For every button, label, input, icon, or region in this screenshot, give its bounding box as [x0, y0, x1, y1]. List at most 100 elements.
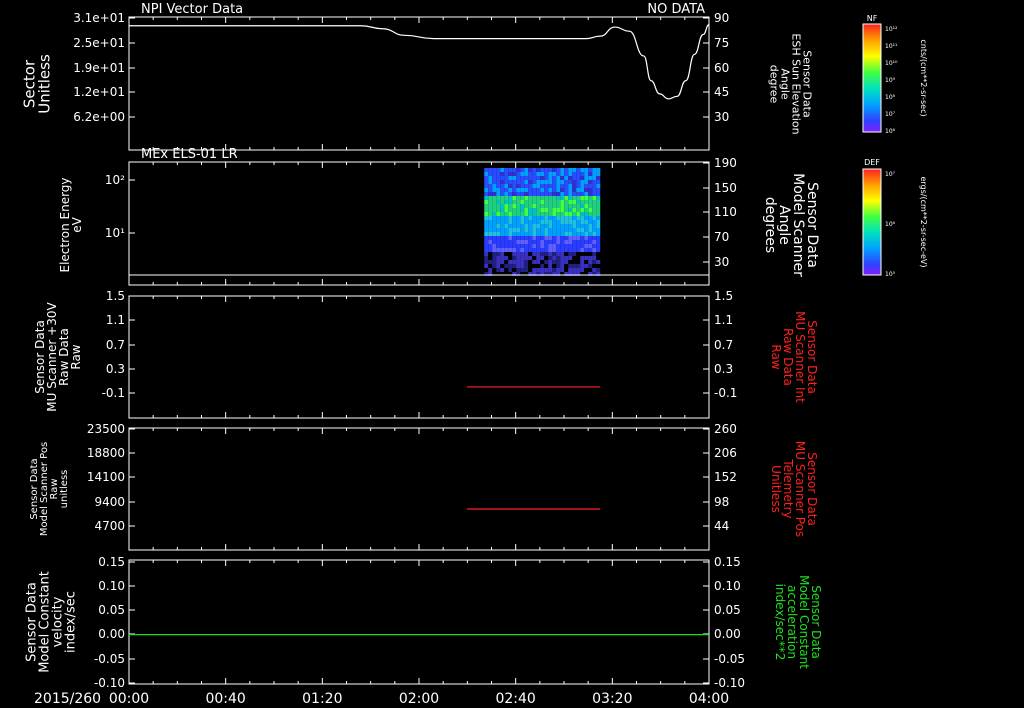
heatmap-cell — [572, 224, 577, 228]
heatmap-cell — [504, 248, 509, 252]
heatmap-cell — [488, 240, 493, 244]
heatmap-cell — [572, 244, 577, 248]
heatmap-cell — [580, 192, 585, 196]
heatmap-cell — [564, 176, 569, 180]
right-tick-label: -0.10 — [714, 676, 745, 690]
heatmap-cell — [528, 172, 533, 176]
heatmap-cell — [484, 196, 489, 200]
heatmap-cell — [540, 212, 545, 216]
heatmap-cell — [588, 260, 593, 264]
heatmap-cell — [488, 260, 493, 264]
heatmap-cell — [592, 200, 597, 204]
heatmap-cell — [504, 172, 509, 176]
heatmap-cell — [508, 204, 513, 208]
heatmap-cell — [548, 248, 553, 252]
heatmap-cell — [564, 260, 569, 264]
heatmap-cell — [488, 212, 493, 216]
heatmap-cell — [484, 168, 489, 172]
heatmap-cell — [508, 212, 513, 216]
heatmap-cell — [544, 204, 549, 208]
heatmap-cell — [540, 240, 545, 244]
heatmap-cell — [512, 176, 517, 180]
heatmap-cell — [544, 168, 549, 172]
heatmap-cell — [560, 184, 565, 188]
heatmap-cell — [516, 252, 521, 256]
heatmap-cell — [588, 256, 593, 260]
heatmap-cell — [596, 220, 601, 224]
heatmap-cell — [500, 264, 505, 268]
heatmap-cell — [568, 188, 573, 192]
heatmap-cell — [560, 236, 565, 240]
heatmap-cell — [520, 268, 525, 272]
heatmap-cell — [568, 232, 573, 236]
heatmap-cell — [536, 228, 541, 232]
heatmap-cell — [532, 244, 537, 248]
heatmap-cell — [544, 236, 549, 240]
heatmap-cell — [512, 220, 517, 224]
right-tick-label: 152 — [714, 470, 737, 484]
heatmap-cell — [552, 204, 557, 208]
heatmap-cell — [576, 176, 581, 180]
heatmap-cell — [572, 260, 577, 264]
heatmap-cell — [588, 240, 593, 244]
colorbar-tick: 10⁶ — [885, 221, 896, 228]
heatmap-cell — [564, 264, 569, 268]
heatmap-cell — [592, 244, 597, 248]
heatmap-cell — [564, 248, 569, 252]
right-tick-label: 44 — [714, 519, 729, 533]
heatmap-cell — [528, 256, 533, 260]
heatmap-cell — [572, 208, 577, 212]
left-tick-label: 10¹ — [105, 226, 125, 240]
heatmap-cell — [568, 260, 573, 264]
heatmap-cell — [516, 176, 521, 180]
heatmap-cell — [528, 212, 533, 216]
heatmap-cell — [496, 228, 501, 232]
heatmap-cell — [540, 268, 545, 272]
heatmap-cell — [524, 228, 529, 232]
heatmap-cell — [532, 200, 537, 204]
heatmap-cell — [528, 248, 533, 252]
heatmap-cell — [520, 232, 525, 236]
heatmap-cell — [504, 192, 509, 196]
heatmap-cell — [588, 176, 593, 180]
heatmap-cell — [552, 252, 557, 256]
heatmap-cell — [560, 180, 565, 184]
heatmap-cell — [580, 208, 585, 212]
x-tick-label: 03:20 — [592, 691, 632, 707]
heatmap-cell — [496, 268, 501, 272]
heatmap-cell — [544, 220, 549, 224]
panel-title: NPI Vector Data — [141, 2, 243, 17]
heatmap-cell — [488, 192, 493, 196]
heatmap-cell — [504, 220, 509, 224]
heatmap-cell — [528, 204, 533, 208]
heatmap-cell — [536, 176, 541, 180]
heatmap-cell — [496, 256, 501, 260]
heatmap-cell — [504, 168, 509, 172]
heatmap-cell — [568, 228, 573, 232]
heatmap-cell — [496, 204, 501, 208]
right-tick-label: 0.10 — [714, 579, 741, 593]
heatmap-cell — [516, 180, 521, 184]
heatmap-cell — [584, 188, 589, 192]
heatmap-cell — [500, 208, 505, 212]
heatmap-cell — [504, 204, 509, 208]
heatmap-cell — [548, 200, 553, 204]
heatmap-cell — [592, 260, 597, 264]
heatmap-cell — [548, 172, 553, 176]
left-tick-label: 3.1e+01 — [73, 11, 125, 25]
heatmap-cell — [512, 232, 517, 236]
left-tick-label: -0.05 — [94, 652, 125, 666]
heatmap-cell — [560, 240, 565, 244]
heatmap-cell — [588, 228, 593, 232]
heatmap-cell — [544, 248, 549, 252]
heatmap-cell — [548, 192, 553, 196]
heatmap-cell — [544, 196, 549, 200]
left-axis-label-line: eV — [70, 216, 84, 232]
right-axis-label-line: degrees — [762, 197, 778, 253]
heatmap-cell — [580, 236, 585, 240]
heatmap-cell — [532, 252, 537, 256]
heatmap-cell — [576, 224, 581, 228]
heatmap-cell — [508, 172, 513, 176]
heatmap-cell — [560, 224, 565, 228]
heatmap-cell — [540, 264, 545, 268]
